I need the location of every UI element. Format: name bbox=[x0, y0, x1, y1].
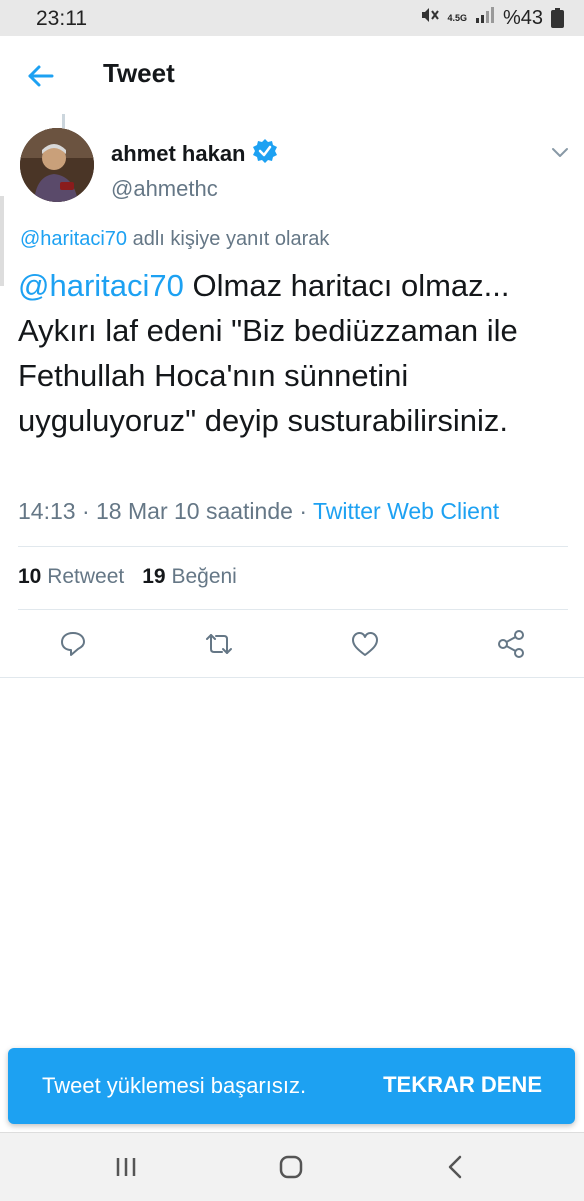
tweet-mention-link[interactable]: @haritaci70 bbox=[18, 268, 184, 303]
tweet-actions bbox=[0, 624, 584, 664]
tweet-meta: 14:13 · 18 Mar 10 saatinde · Twitter Web… bbox=[18, 498, 499, 525]
reply-mention-link[interactable]: @haritaci70 bbox=[20, 228, 127, 250]
reply-icon bbox=[61, 632, 85, 656]
retweet-icon bbox=[206, 634, 232, 654]
avatar[interactable] bbox=[20, 128, 94, 202]
retweets-stat[interactable]: 10 Retweet bbox=[18, 565, 124, 589]
status-bar: 23:11 4.5G %43 bbox=[0, 0, 584, 36]
arrow-left-icon bbox=[28, 65, 54, 87]
system-nav-bar bbox=[0, 1132, 584, 1201]
reply-context: @haritaci70 adlı kişiye yanıt olarak bbox=[20, 228, 329, 251]
likes-stat[interactable]: 19 Beğeni bbox=[142, 565, 237, 589]
error-snackbar: Tweet yüklemesi başarısız. TEKRAR DENE bbox=[8, 1048, 575, 1124]
retweet-label: Retweet bbox=[47, 565, 125, 588]
battery-icon bbox=[551, 8, 564, 28]
reply-context-label: adlı kişiye yanıt olarak bbox=[127, 228, 330, 250]
author-name-row[interactable]: ahmet hakan bbox=[111, 138, 278, 169]
verified-badge-icon bbox=[252, 138, 278, 169]
back-nav-button[interactable] bbox=[440, 1151, 472, 1183]
tweet-stats: 10 Retweet 19 Beğeni bbox=[18, 565, 237, 589]
chevron-down-icon bbox=[552, 148, 568, 157]
author-display-name[interactable]: ahmet hakan bbox=[111, 141, 246, 167]
home-icon bbox=[279, 1155, 303, 1179]
meta-separator: · bbox=[81, 498, 90, 524]
recent-apps-button[interactable] bbox=[110, 1151, 142, 1183]
like-label: Beğeni bbox=[171, 565, 237, 588]
tweet-text: @haritaci70 Olmaz haritacı olmaz... Aykı… bbox=[18, 263, 570, 443]
retweet-count: 10 bbox=[18, 565, 42, 588]
retweet-button[interactable] bbox=[203, 628, 235, 660]
signal-icon bbox=[475, 6, 495, 30]
retry-button[interactable]: TEKRAR DENE bbox=[383, 1072, 542, 1098]
back-button[interactable] bbox=[22, 58, 58, 94]
edge-panel-handle[interactable] bbox=[0, 196, 4, 286]
tweet-client-link[interactable]: Twitter Web Client bbox=[313, 498, 499, 524]
tweet-time: 14:13 bbox=[18, 498, 76, 524]
divider bbox=[18, 546, 568, 547]
divider bbox=[0, 677, 584, 678]
mute-icon bbox=[419, 5, 440, 31]
thread-connector bbox=[62, 114, 65, 128]
author-handle[interactable]: @ahmethc bbox=[111, 176, 218, 202]
app-bar: Tweet bbox=[0, 36, 584, 114]
status-time: 23:11 bbox=[36, 7, 87, 30]
tweet-options-button[interactable] bbox=[548, 142, 572, 162]
home-button[interactable] bbox=[275, 1151, 307, 1183]
like-button[interactable] bbox=[349, 628, 381, 660]
page-title: Tweet bbox=[103, 58, 175, 88]
snackbar-message: Tweet yüklemesi başarısız. bbox=[42, 1073, 307, 1098]
heart-icon bbox=[352, 632, 378, 656]
meta-separator: · bbox=[299, 498, 307, 524]
tweet-date: 18 Mar 10 saatinde bbox=[96, 498, 293, 524]
share-icon bbox=[498, 630, 524, 658]
recent-apps-icon bbox=[116, 1158, 136, 1176]
network-type: 4.5G bbox=[447, 12, 467, 23]
like-count: 19 bbox=[142, 565, 166, 588]
chevron-left-icon bbox=[448, 1155, 462, 1179]
reply-button[interactable] bbox=[57, 628, 89, 660]
battery-percent: %43 bbox=[502, 6, 543, 29]
status-icons: 4.5G %43 bbox=[419, 6, 564, 30]
share-button[interactable] bbox=[495, 628, 527, 660]
divider bbox=[18, 609, 568, 610]
